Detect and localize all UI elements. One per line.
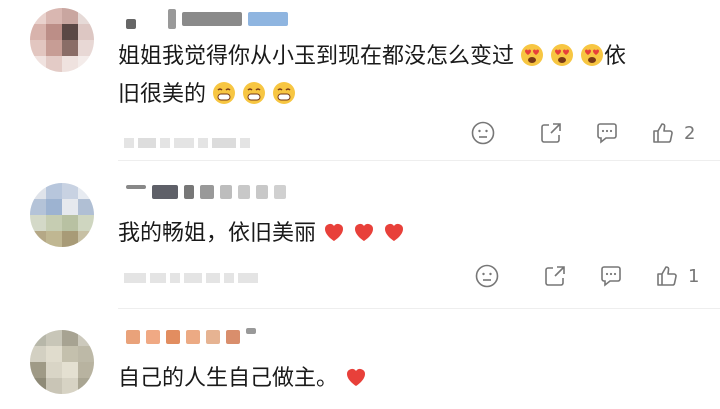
share-button[interactable]: [542, 263, 568, 289]
grin-emoji-icon: [213, 82, 236, 104]
thumbs-up-icon: [657, 266, 677, 286]
heart-eyes-emoji-icon: [581, 44, 604, 66]
dislike-face-icon: [475, 264, 499, 288]
avatar[interactable]: [30, 330, 94, 394]
avatar[interactable]: [30, 183, 94, 247]
timestamp-blurred: [124, 138, 250, 148]
like-button[interactable]: 1: [654, 263, 699, 289]
username-blurred[interactable]: [126, 326, 256, 348]
red-heart-icon: [347, 369, 366, 386]
share-icon: [541, 123, 561, 143]
comment-icon: [601, 266, 621, 287]
dislike-button[interactable]: [474, 263, 500, 289]
share-button[interactable]: [538, 120, 564, 146]
heart-eyes-emoji-icon: [551, 44, 574, 66]
comment-text-part: 姐姐我觉得你从小玉到现在都没怎么变过: [118, 44, 515, 69]
dislike-face-icon: [471, 121, 495, 145]
thumbs-up-icon: [653, 123, 673, 143]
comment-button[interactable]: [594, 120, 620, 146]
comment-text: 旧很美的: [118, 76, 690, 114]
comment-text-part: 旧很美的: [118, 82, 207, 107]
like-button[interactable]: 2: [650, 120, 695, 146]
comment-text-part: 我的畅姐，依旧美丽: [118, 221, 317, 246]
comment-text: 自己的人生自己做主。: [118, 360, 690, 398]
avatar[interactable]: [30, 8, 94, 72]
comment-text: 我的畅姐，依旧美丽: [118, 215, 690, 253]
username-blurred[interactable]: [126, 181, 286, 203]
grin-emoji-icon: [243, 82, 266, 104]
share-icon: [545, 266, 565, 286]
red-heart-icon: [325, 224, 344, 241]
comment-item: 自己的人生自己做主。: [0, 310, 720, 409]
comment-button[interactable]: [598, 263, 624, 289]
divider: [118, 308, 720, 309]
comment-icon: [597, 123, 617, 144]
red-heart-icon: [355, 224, 374, 241]
heart-eyes-emoji-icon: [521, 44, 544, 66]
comment-item: 姐姐我觉得你从小玉到现在都没怎么变过 依 旧很美的 2: [0, 0, 720, 161]
comment-item: 我的畅姐，依旧美丽 1: [0, 161, 720, 309]
username-blurred[interactable]: [126, 8, 288, 30]
dislike-button[interactable]: [470, 120, 496, 146]
like-count: 2: [684, 122, 696, 144]
like-count: 1: [688, 265, 700, 287]
grin-emoji-icon: [273, 82, 296, 104]
comment-text-part: 依: [604, 44, 627, 69]
comment-text-part: 自己的人生自己做主。: [118, 366, 339, 391]
timestamp-blurred: [124, 273, 258, 283]
red-heart-icon: [385, 224, 404, 241]
comment-text: 姐姐我觉得你从小玉到现在都没怎么变过 依: [118, 38, 690, 76]
